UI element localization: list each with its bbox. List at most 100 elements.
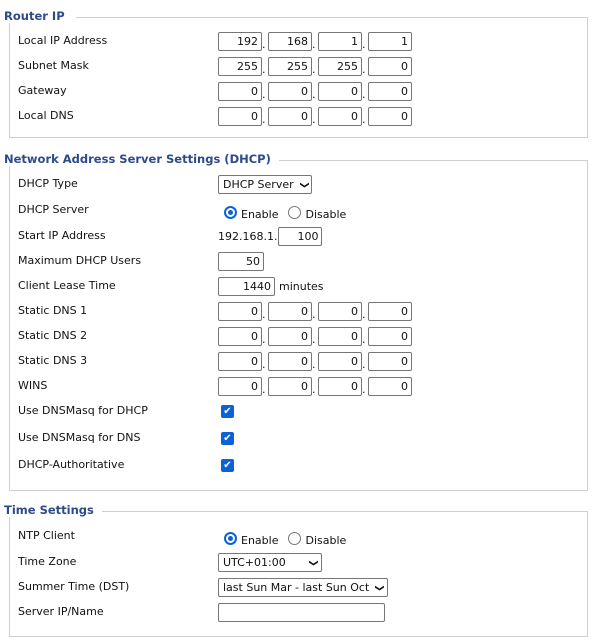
summer-time-dst-row: Summer Time (DST) last Sun Mar - last Sun… xyxy=(18,578,578,597)
dhcp-server-radio-enable[interactable] xyxy=(224,206,237,219)
static-dns-1-octet-4[interactable]: 0 xyxy=(368,302,412,321)
maximum-dhcp-users-label: Maximum DHCP Users xyxy=(18,254,142,267)
static-dns-3-control: 0.0.0.0 xyxy=(218,352,412,371)
local-dns-octet-1[interactable]: 0 xyxy=(218,107,262,126)
use-dnsmasq-for-dhcp-checkbox[interactable]: ✔ xyxy=(221,405,234,418)
use-dnsmasq-for-dns-control: ✔ xyxy=(218,429,234,448)
ntp-client-control: Enable Disable xyxy=(218,529,350,548)
static-dns-3-octet-3[interactable]: 0 xyxy=(318,352,362,371)
server-ip-name-label: Server IP/Name xyxy=(18,605,104,618)
static-dns-2-octet-3[interactable]: 0 xyxy=(318,327,362,346)
time-zone-select[interactable]: UTC+01:00 ❯ xyxy=(218,553,322,572)
static-dns-3-octet-2[interactable]: 0 xyxy=(268,352,312,371)
static-dns-2-row: Static DNS 2 0.0.0.0 xyxy=(18,327,578,346)
server-ip-name-input[interactable] xyxy=(218,603,385,622)
subnet-mask-row: Subnet Mask 255. 255. 255. 0 xyxy=(18,57,578,76)
chevron-down-icon: ❯ xyxy=(298,180,309,189)
maximum-dhcp-users-row: Maximum DHCP Users 50 xyxy=(18,252,578,271)
dhcp-type-row: DHCP Type DHCP Server ❯ xyxy=(18,175,578,194)
static-dns-3-row: Static DNS 3 0.0.0.0 xyxy=(18,352,578,371)
local-dns-label: Local DNS xyxy=(18,109,74,122)
dhcp-authoritative-control: ✔ xyxy=(218,456,234,475)
section-border xyxy=(247,160,588,161)
local-ip-address-octet-4[interactable]: 1 xyxy=(368,32,412,51)
dhcp-server-radio-disable[interactable] xyxy=(288,206,302,219)
section-border xyxy=(76,17,588,18)
summer-time-dst-select[interactable]: last Sun Mar - last Sun Oct ❯ xyxy=(218,578,388,597)
time-zone-selected-value: UTC+01:00 xyxy=(223,556,286,569)
summer-time-dst-selected-value: last Sun Mar - last Sun Oct xyxy=(223,581,370,594)
ntp-client-radio-disable[interactable] xyxy=(288,532,302,545)
start-ip-address-input[interactable]: 100 xyxy=(278,227,323,246)
section-legend: Router IP xyxy=(4,9,73,23)
local-ip-address-control: 192. 168. 1. 1 xyxy=(218,32,412,51)
start-ip-address-prefix: 192.168.1. xyxy=(218,230,278,243)
static-dns-1-octet-1[interactable]: 0 xyxy=(218,302,262,321)
ntp-client-option-disable[interactable]: Disable xyxy=(305,531,346,547)
dhcp-server-label: DHCP Server xyxy=(18,203,89,216)
local-dns-octet-2[interactable]: 0 xyxy=(268,107,312,126)
gateway-octet-4[interactable]: 0 xyxy=(368,82,412,101)
maximum-dhcp-users-control: 50 xyxy=(218,252,264,271)
gateway-octet-3[interactable]: 0 xyxy=(318,82,362,101)
wins-octet-1[interactable]: 0 xyxy=(218,377,262,396)
use-dnsmasq-for-dns-label: Use DNSMasq for DNS xyxy=(18,431,141,444)
local-ip-address-octet-2[interactable]: 168 xyxy=(268,32,312,51)
static-dns-3-octet-1[interactable]: 0 xyxy=(218,352,262,371)
static-dns-1-octet-2[interactable]: 0 xyxy=(268,302,312,321)
dhcp-server-row: DHCP Server Enable Disable xyxy=(18,201,578,222)
time-zone-control: UTC+01:00 ❯ xyxy=(218,553,322,572)
subnet-mask-octet-2[interactable]: 255 xyxy=(268,57,312,76)
maximum-dhcp-users-input[interactable]: 50 xyxy=(218,252,264,271)
section-legend: Time Settings xyxy=(4,503,102,517)
dhcp-authoritative-checkbox[interactable]: ✔ xyxy=(221,459,234,472)
static-dns-3-label: Static DNS 3 xyxy=(18,354,88,367)
wins-label: WINS xyxy=(18,379,48,392)
static-dns-2-octet-2[interactable]: 0 xyxy=(268,327,312,346)
static-dns-2-octet-4[interactable]: 0 xyxy=(368,327,412,346)
dhcp-server-option-enable[interactable]: Enable xyxy=(241,205,278,221)
subnet-mask-octet-1[interactable]: 255 xyxy=(218,57,262,76)
local-dns-control: 0.0.0.0 xyxy=(218,107,412,126)
start-ip-address-row: Start IP Address 192.168.1. 100 xyxy=(18,227,578,246)
local-ip-address-row: Local IP Address 192. 168. 1. 1 xyxy=(18,32,578,51)
summer-time-dst-label: Summer Time (DST) xyxy=(18,580,130,593)
local-dns-octet-4[interactable]: 0 xyxy=(368,107,412,126)
client-lease-time-unit: minutes xyxy=(279,280,324,293)
gateway-octet-2[interactable]: 0 xyxy=(268,82,312,101)
static-dns-2-label: Static DNS 2 xyxy=(18,329,88,342)
gateway-octet-1[interactable]: 0 xyxy=(218,82,262,101)
static-dns-2-octet-1[interactable]: 0 xyxy=(218,327,262,346)
subnet-mask-octet-4[interactable]: 0 xyxy=(368,57,412,76)
time-zone-row: Time Zone UTC+01:00 ❯ xyxy=(18,553,578,572)
static-dns-1-row: Static DNS 1 0.0.0.0 xyxy=(18,302,578,321)
time-zone-label: Time Zone xyxy=(18,555,77,568)
dhcp-type-select[interactable]: DHCP Server ❯ xyxy=(218,175,313,194)
wins-octet-3[interactable]: 0 xyxy=(318,377,362,396)
subnet-mask-label: Subnet Mask xyxy=(18,59,89,72)
static-dns-2-control: 0.0.0.0 xyxy=(218,327,412,346)
use-dnsmasq-for-dns-row: Use DNSMasq for DNS ✔ xyxy=(18,429,578,448)
local-ip-address-octet-1[interactable]: 192 xyxy=(218,32,262,51)
ntp-client-label: NTP Client xyxy=(18,529,75,542)
chevron-down-icon: ❯ xyxy=(308,558,319,567)
use-dnsmasq-for-dns-checkbox[interactable]: ✔ xyxy=(221,432,234,445)
subnet-mask-octet-3[interactable]: 255 xyxy=(318,57,362,76)
subnet-mask-control: 255. 255. 255. 0 xyxy=(218,57,412,76)
section-border xyxy=(96,511,588,512)
local-ip-address-octet-3[interactable]: 1 xyxy=(318,32,362,51)
dhcp-authoritative-row: DHCP-Authoritative ✔ xyxy=(18,456,578,475)
dhcp-server-option-disable[interactable]: Disable xyxy=(305,205,346,221)
wins-octet-2[interactable]: 0 xyxy=(268,377,312,396)
static-dns-1-octet-3[interactable]: 0 xyxy=(318,302,362,321)
wins-octet-4[interactable]: 0 xyxy=(368,377,412,396)
static-dns-3-octet-4[interactable]: 0 xyxy=(368,352,412,371)
local-dns-octet-3[interactable]: 0 xyxy=(318,107,362,126)
dhcp-server-control: Enable Disable xyxy=(218,203,350,222)
gateway-control: 0.0.0.0 xyxy=(218,82,412,101)
dhcp-type-label: DHCP Type xyxy=(18,177,78,190)
ntp-client-option-enable[interactable]: Enable xyxy=(241,531,278,547)
client-lease-time-input[interactable]: 1440 xyxy=(218,277,275,296)
ntp-client-radio-enable[interactable] xyxy=(224,532,237,545)
local-ip-address-label: Local IP Address xyxy=(18,34,108,47)
